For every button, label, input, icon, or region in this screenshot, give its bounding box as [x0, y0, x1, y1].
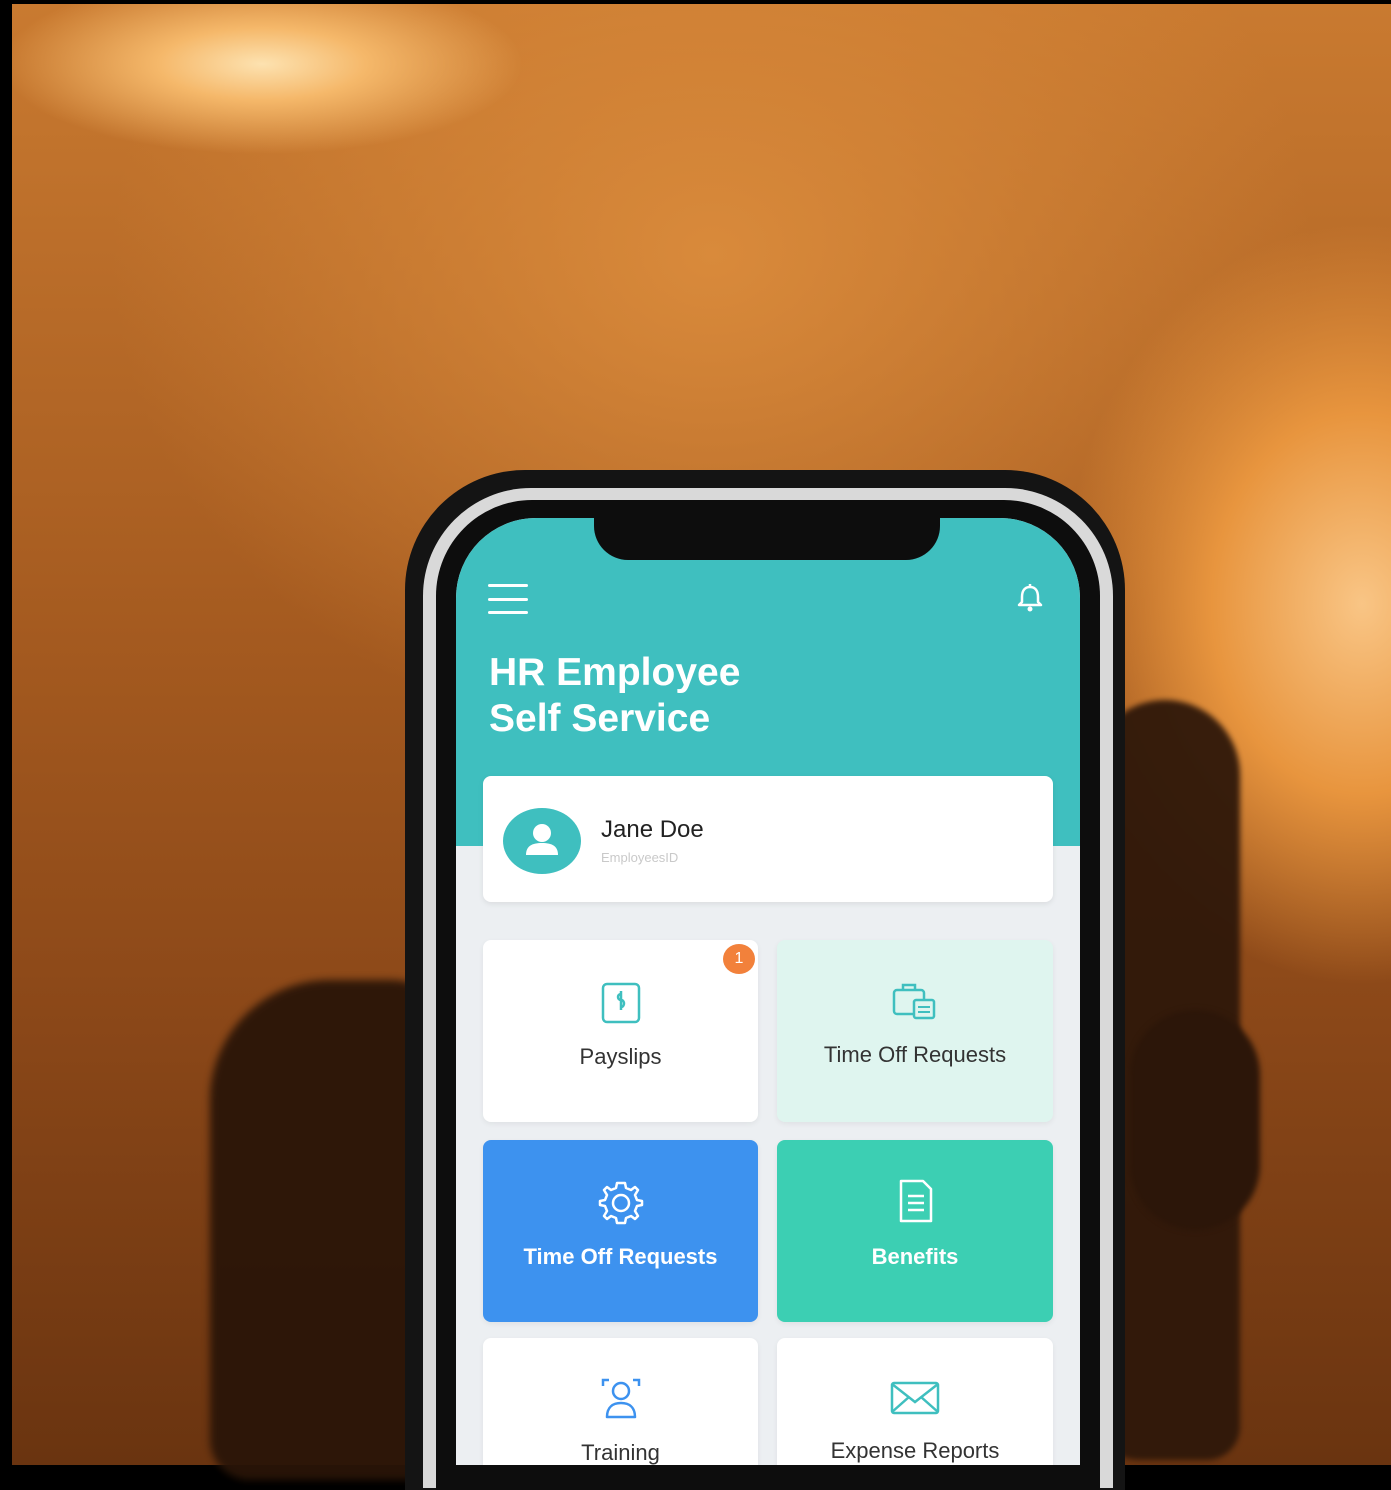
tile-time-off-requests-settings[interactable]: Time Off Requests — [483, 1140, 758, 1322]
page-title: HR Employee Self Service — [489, 650, 909, 742]
profile-name: Jane Doe — [601, 816, 704, 843]
user-focus-icon — [601, 1378, 640, 1419]
phone-notch — [594, 518, 940, 560]
gear-icon — [598, 1181, 643, 1225]
tile-payslips[interactable]: 1 Payslips — [483, 940, 758, 1122]
profile-card[interactable]: Jane Doe EmployeesID — [483, 776, 1053, 902]
tile-label: Expense Reports — [830, 1438, 1000, 1463]
envelope-icon — [890, 1381, 940, 1415]
tile-label: Time Off Requests — [523, 1244, 718, 1269]
tile-label: Time Off Requests — [823, 1042, 1007, 1067]
avatar — [503, 808, 581, 874]
tile-expense-reports[interactable]: Expense Reports — [777, 1338, 1053, 1465]
hand-silhouette-finger — [1130, 1010, 1260, 1230]
phone-screen: HR Employee Self Service Jane Doe Employ… — [456, 518, 1080, 1465]
briefcase-calendar-icon — [892, 983, 936, 1020]
user-icon — [526, 824, 558, 855]
tile-label: Benefits — [871, 1244, 959, 1269]
payslip-icon — [601, 982, 640, 1024]
notification-badge: 1 — [723, 944, 755, 974]
tile-training[interactable]: Training — [483, 1338, 758, 1465]
title-line-1: HR Employee — [489, 651, 741, 694]
tile-benefits[interactable]: Benefits — [777, 1140, 1053, 1322]
tile-label: Payslips — [579, 1044, 662, 1069]
menu-icon[interactable] — [488, 584, 528, 614]
document-icon — [899, 1179, 933, 1223]
bell-icon[interactable] — [1012, 580, 1048, 616]
title-line-2: Self Service — [489, 697, 711, 740]
tile-label: Training — [581, 1440, 660, 1465]
employee-id: EmployeesID — [601, 850, 679, 865]
tile-time-off-requests[interactable]: Time Off Requests — [777, 940, 1053, 1122]
